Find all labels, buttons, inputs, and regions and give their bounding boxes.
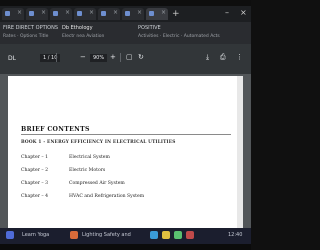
tab-close-icon[interactable]: × (113, 9, 118, 16)
tab-close-icon[interactable]: × (89, 9, 94, 16)
tab-favicon-icon (149, 11, 154, 16)
chapter-entry[interactable]: Chapter – 1 Electrical System (21, 155, 110, 160)
rotate-icon[interactable]: ↻ (138, 53, 144, 61)
chapter-number: Chapter – 2 (21, 168, 49, 173)
tab-favicon-icon (101, 11, 106, 16)
bookmark-item[interactable]: FIRE DIRECT OPTIONS (3, 25, 58, 31)
chapter-number: Chapter – 4 (21, 194, 49, 199)
print-icon[interactable]: ⎙ (220, 53, 226, 62)
pdf-page: BRIEF CONTENTS BOOK 1 - ENERGY EFFICIENC… (8, 76, 243, 228)
minus-icon[interactable]: − (80, 53, 86, 61)
chapter-title: Electric Motors (69, 168, 106, 173)
browser-tab-active[interactable]: × (146, 8, 168, 20)
browser-nav-bar: FIRE DIRECT OPTIONS Db Ethology POSITIVE… (0, 22, 251, 44)
browser-app-icon[interactable] (150, 231, 158, 239)
fit-icon[interactable]: ▢ (126, 53, 133, 61)
taskbar-item[interactable]: Learn Yoga (22, 232, 49, 238)
chapter-title: HVAC and Refrigeration System (69, 194, 145, 199)
folder-icon[interactable] (162, 231, 170, 239)
new-tab-button[interactable]: + (172, 9, 180, 19)
more-icon[interactable]: ⋮ (236, 53, 243, 61)
chapter-number: Chapter – 1 (21, 155, 49, 160)
tab-close-icon[interactable]: × (161, 9, 166, 16)
bookmark-item[interactable]: Electr nea Aviation (62, 34, 104, 39)
chapter-entry[interactable]: Chapter – 2 Electric Motors (21, 168, 105, 173)
os-taskbar: Learn Yoga Lighting Safety and 12:40 (0, 228, 251, 244)
browser-tab[interactable]: × (26, 8, 48, 20)
app-icon[interactable] (70, 231, 78, 239)
minimize-icon[interactable]: – (225, 8, 229, 17)
heading-rule (21, 134, 231, 135)
pdf-title: DL (8, 55, 16, 62)
app-icon[interactable] (186, 231, 194, 239)
chapter-title: Electrical System (69, 155, 110, 160)
tab-favicon-icon (29, 11, 34, 16)
tab-favicon-icon (5, 11, 10, 16)
chapter-title: Compressed Air System (69, 181, 125, 186)
download-icon[interactable]: ⤓ (206, 53, 209, 62)
toolbar-divider (120, 53, 121, 62)
start-icon[interactable] (6, 231, 14, 239)
app-icon[interactable] (174, 231, 182, 239)
browser-tab[interactable]: × (98, 8, 120, 20)
zoom-level[interactable]: 90% (90, 54, 108, 62)
bookmark-item[interactable]: Activities · Electric · Automated Acts (138, 34, 220, 39)
browser-tab[interactable]: × (2, 8, 24, 20)
plus-icon[interactable]: + (110, 53, 116, 61)
chapter-entry[interactable]: Chapter – 3 Compressed Air System (21, 181, 125, 186)
page-edge-shadow (237, 76, 243, 228)
taskbar-item[interactable]: Lighting Safety and (82, 232, 131, 238)
page-number-input[interactable]: 1 / 10 (40, 54, 61, 62)
browser-tab[interactable]: × (74, 8, 96, 20)
chapter-entry[interactable]: Chapter – 4 HVAC and Refrigeration System (21, 194, 144, 199)
tab-favicon-icon (77, 11, 82, 16)
tab-close-icon[interactable]: × (17, 9, 22, 16)
pdf-toolbar: DL 1 / 10 − 90% + ▢ ↻ ⤓ ⎙ ⋮ (0, 44, 251, 74)
bottom-bezel (0, 244, 251, 250)
tab-favicon-icon (53, 11, 58, 16)
book-title: BOOK 1 - ENERGY EFFICIENCY IN ELECTRICAL… (21, 140, 176, 145)
browser-tab[interactable]: × (122, 8, 144, 20)
bookmark-item[interactable]: POSITIVE (138, 25, 161, 31)
screenshot-frame: × × × × × × × + – × FIRE DIRECT OPTIONS … (0, 0, 251, 250)
tab-close-icon[interactable]: × (41, 9, 46, 16)
tab-close-icon[interactable]: × (65, 9, 70, 16)
browser-tab-strip: × × × × × × × + – × (0, 6, 251, 22)
clock[interactable]: 12:40 (228, 232, 242, 238)
browser-tab[interactable]: × (50, 8, 72, 20)
tab-close-icon[interactable]: × (137, 9, 142, 16)
address-text[interactable]: Db Ethology (62, 25, 93, 31)
chapter-number: Chapter – 3 (21, 181, 49, 186)
contents-heading: BRIEF CONTENTS (21, 126, 90, 133)
close-window-icon[interactable]: × (240, 8, 247, 17)
tab-favicon-icon (125, 11, 130, 16)
pdf-viewer[interactable]: BRIEF CONTENTS BOOK 1 - ENERGY EFFICIENC… (0, 74, 251, 228)
bookmark-item[interactable]: Rates · Options Title (3, 34, 48, 39)
toolbar-divider (56, 53, 57, 62)
